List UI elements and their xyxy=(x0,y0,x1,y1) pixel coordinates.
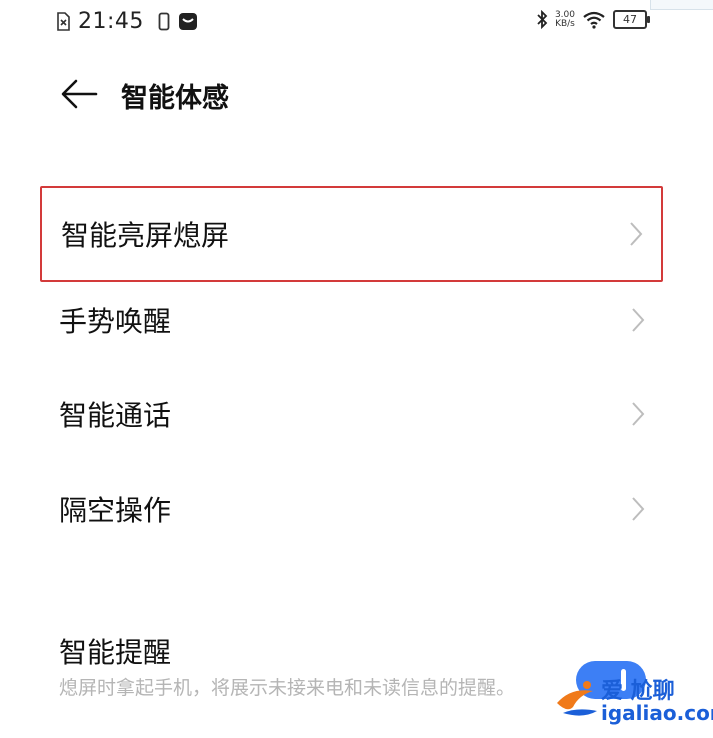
watermark-logo: 爱 尬聊 igaliao.com xyxy=(553,671,713,729)
status-left: 21:45 xyxy=(56,9,198,34)
sim-card-icon xyxy=(57,12,70,31)
menu-item-smart-call[interactable]: 智能通话 xyxy=(40,366,663,462)
bluetooth-icon xyxy=(537,10,548,29)
battery-indicator: 47 xyxy=(613,10,650,29)
menu-item-label: 隔空操作 xyxy=(59,494,172,527)
wifi-icon xyxy=(583,11,605,29)
chevron-right-icon xyxy=(632,402,645,426)
corner-tab xyxy=(650,0,713,10)
smart-reminder-description: 熄屏时拿起手机，将展示未接来电和未读信息的提醒。 xyxy=(59,677,516,699)
battery-level: 47 xyxy=(623,13,637,26)
menu-item-gesture-wake[interactable]: 手势唤醒 xyxy=(40,272,663,368)
menu-item-label: 智能亮屏熄屏 xyxy=(61,219,230,252)
menu-item-label: 手势唤醒 xyxy=(59,305,172,338)
status-right: 3.00 KB/s 47 xyxy=(536,10,650,29)
watermark-bird-icon xyxy=(557,681,597,716)
smart-reminder-title: 智能提醒 xyxy=(59,636,172,669)
back-arrow-icon[interactable] xyxy=(58,76,100,112)
menu-item-smart-screen[interactable]: 智能亮屏熄屏 xyxy=(40,186,663,282)
chevron-right-icon xyxy=(632,308,645,332)
menu-item-label: 智能通话 xyxy=(59,399,172,432)
chevron-right-icon xyxy=(630,222,643,246)
watermark-line2: igaliao.com xyxy=(601,701,713,725)
notification-icon xyxy=(158,12,170,31)
page-title: 智能体感 xyxy=(121,83,229,114)
status-bar: 21:45 3.00 KB/s 47 xyxy=(0,0,713,46)
menu-item-air-gesture[interactable]: 隔空操作 xyxy=(40,461,663,557)
status-time: 21:45 xyxy=(78,9,144,34)
network-speed: 3.00 KB/s xyxy=(555,10,575,29)
network-speed-unit: KB/s xyxy=(555,18,575,29)
message-icon xyxy=(178,13,197,30)
chevron-right-icon xyxy=(632,497,645,521)
page-header: 智能体感 xyxy=(0,64,713,124)
